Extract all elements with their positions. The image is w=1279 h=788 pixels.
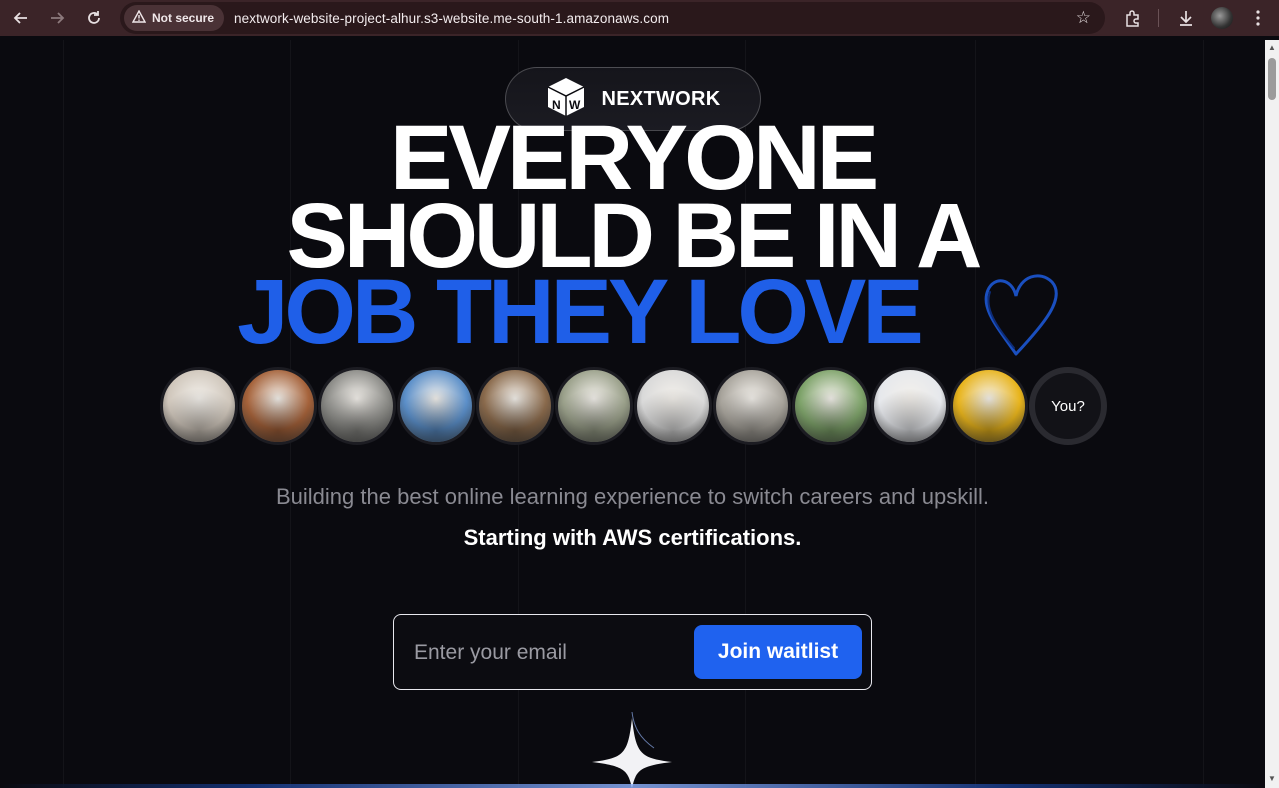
bottom-glow bbox=[0, 784, 1265, 788]
subtitle-line-1: Building the best online learning experi… bbox=[276, 484, 989, 509]
scroll-up-icon[interactable]: ▲ bbox=[1267, 43, 1277, 53]
avatar-photo bbox=[795, 370, 867, 442]
toolbar-divider bbox=[1158, 9, 1159, 27]
avatar-cat[interactable] bbox=[476, 367, 554, 445]
url-text[interactable]: nextwork-website-project-alhur.s3-websit… bbox=[234, 11, 669, 26]
email-field[interactable] bbox=[414, 635, 684, 671]
avatar-photo bbox=[637, 370, 709, 442]
avatar-koala[interactable] bbox=[318, 367, 396, 445]
browser-toolbar: Not secure nextwork-website-project-alhu… bbox=[0, 0, 1279, 36]
security-label: Not secure bbox=[152, 11, 215, 25]
avatar-row: You? bbox=[160, 367, 1107, 445]
avatar-blanket-dog[interactable] bbox=[555, 367, 633, 445]
avatar-photo bbox=[321, 370, 393, 442]
avatar-seal[interactable] bbox=[713, 367, 791, 445]
avatar-fluffy-dog[interactable] bbox=[160, 367, 238, 445]
back-icon[interactable] bbox=[9, 6, 33, 30]
reload-icon[interactable] bbox=[82, 6, 106, 30]
avatar-alpaca[interactable] bbox=[792, 367, 870, 445]
profile-icon[interactable] bbox=[1211, 7, 1233, 29]
address-bar[interactable]: Not secure nextwork-website-project-alhu… bbox=[120, 2, 1105, 34]
avatar-photo bbox=[163, 370, 235, 442]
heart-icon bbox=[978, 268, 1064, 363]
avatar-pineapple[interactable] bbox=[871, 367, 949, 445]
waitlist-form: Join waitlist bbox=[393, 614, 872, 690]
avatar-photo bbox=[479, 370, 551, 442]
subtitle-line-2: Starting with AWS certifications. bbox=[463, 525, 802, 550]
avatar-photo bbox=[400, 370, 472, 442]
menu-icon[interactable] bbox=[1246, 6, 1270, 30]
join-waitlist-button[interactable]: Join waitlist bbox=[694, 625, 862, 679]
download-icon[interactable] bbox=[1174, 6, 1198, 30]
warning-icon bbox=[131, 9, 147, 26]
scrollbar[interactable]: ▲ ▼ bbox=[1265, 40, 1279, 788]
avatar-pug-yellow[interactable] bbox=[950, 367, 1028, 445]
scroll-down-icon[interactable]: ▼ bbox=[1267, 774, 1277, 784]
you-avatar[interactable]: You? bbox=[1029, 367, 1107, 445]
sparkle-icon bbox=[592, 708, 672, 788]
scroll-thumb[interactable] bbox=[1268, 58, 1276, 100]
extensions-icon[interactable] bbox=[1121, 6, 1145, 30]
forward-icon[interactable] bbox=[45, 6, 69, 30]
avatar-photo bbox=[716, 370, 788, 442]
star-icon[interactable]: ☆ bbox=[1076, 8, 1091, 28]
security-chip[interactable]: Not secure bbox=[124, 5, 225, 31]
avatar-photo bbox=[242, 370, 314, 442]
avatar-photo bbox=[558, 370, 630, 442]
avatar-squirrel[interactable] bbox=[239, 367, 317, 445]
avatar-pug-glasses[interactable] bbox=[634, 367, 712, 445]
avatar-photo bbox=[953, 370, 1025, 442]
avatar-giraffe[interactable] bbox=[397, 367, 475, 445]
landing-page: N W NEXTWORK EVERYONE SHOULD BE IN A JOB… bbox=[0, 40, 1265, 788]
avatar-photo bbox=[874, 370, 946, 442]
